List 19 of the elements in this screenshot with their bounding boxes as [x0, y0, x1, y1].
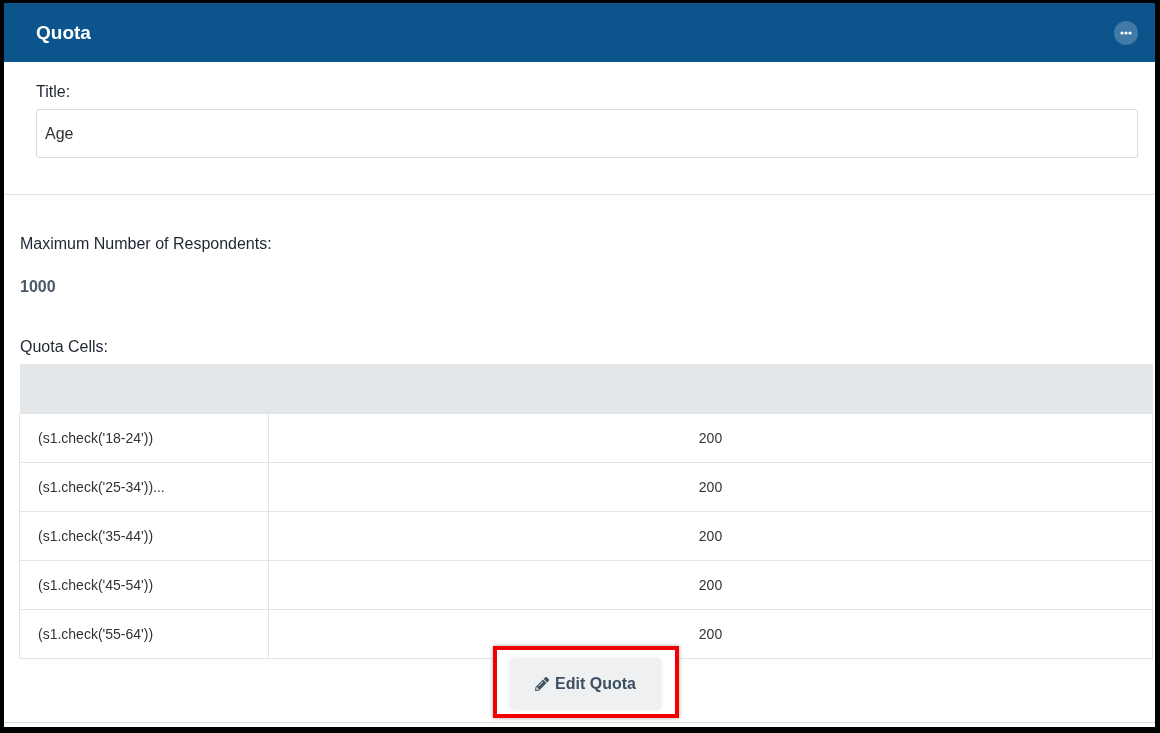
field-label: Maximum Number of Respondents: — [19, 234, 273, 254]
count-cell: 200 — [268, 560, 1153, 609]
condition-cell: (s1.check('35-44')) — [19, 511, 269, 560]
condition-cell: (s1.check('18-24')) — [19, 413, 269, 462]
respondents-value: 1000 — [20, 277, 57, 297]
count-cell: 200 — [268, 511, 1153, 560]
condition-cell: (s1.check('45-54')) — [19, 560, 269, 609]
pencil-icon — [535, 676, 550, 691]
condition-cell: (s1.check('55-64')) — [19, 609, 269, 658]
more-button[interactable] — [1114, 20, 1138, 45]
title-input[interactable]: Age — [36, 109, 1138, 158]
section-label: Quota Cells: — [19, 337, 110, 357]
field-label: Title: — [36, 82, 72, 102]
panel-title: Quota — [36, 21, 91, 44]
count-cell: 200 — [268, 462, 1153, 511]
condition-cell: (s1.check('25-34'))... — [19, 462, 269, 511]
count-cell: 200 — [268, 413, 1153, 462]
ellipsis-icon — [1120, 30, 1132, 35]
edit-quota-button[interactable]: Edit Quota — [510, 658, 661, 709]
